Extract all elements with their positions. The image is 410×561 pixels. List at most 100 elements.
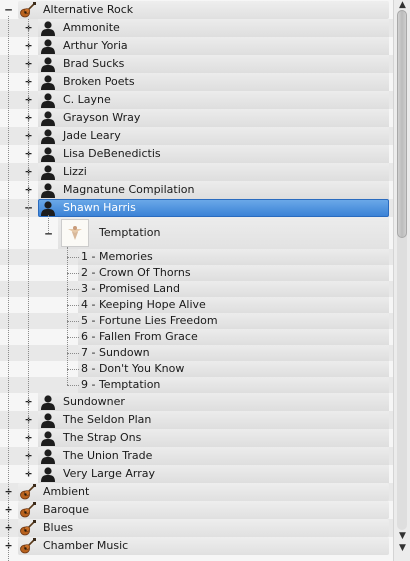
track-row-label: 4 - Keeping Hope Alive (81, 298, 206, 311)
artist-row[interactable]: + The Union Trade (0, 447, 393, 465)
genre-row[interactable]: – Alternative Rock (0, 1, 393, 19)
tree-guide-line (67, 273, 79, 274)
genre-row[interactable]: + Chamber Music (0, 537, 393, 555)
artist-row[interactable]: + Ammonite (0, 19, 393, 37)
tree-guide-line (67, 247, 68, 385)
artist-row-label: Ammonite (63, 21, 120, 34)
guitar-icon (20, 502, 36, 518)
artist-silhouette-icon (40, 448, 56, 464)
row-background (38, 163, 389, 181)
artist-row[interactable]: + Lizzi (0, 163, 393, 181)
artist-row[interactable]: + Sundowner (0, 393, 393, 411)
artist-silhouette-icon (40, 412, 56, 428)
artist-row-label: Shawn Harris (63, 201, 136, 214)
artist-silhouette-icon (40, 466, 56, 482)
scroll-thumb[interactable] (397, 10, 407, 238)
scroll-down-arrow-icon[interactable]: ▼ (397, 543, 408, 553)
artist-row-label: Lizzi (63, 165, 87, 178)
track-row[interactable]: 3 - Promised Land (0, 281, 393, 297)
genre-row[interactable]: + Blues (0, 519, 393, 537)
track-row-label: 3 - Promised Land (81, 282, 180, 295)
artist-row[interactable]: + Broken Poets (0, 73, 393, 91)
album-cover-icon (61, 219, 89, 247)
artist-row-label: The Strap Ons (63, 431, 142, 444)
genre-row-label: Ambient (43, 485, 90, 498)
track-row[interactable]: 2 - Crown Of Thorns (0, 265, 393, 281)
artist-row-label: Arthur Yoria (63, 39, 128, 52)
artist-silhouette-icon (40, 56, 56, 72)
guitar-icon (20, 538, 36, 554)
tree-guide-line (8, 16, 9, 561)
collection-tree[interactable]: – Alternative Rock + Ammonite + Arthur Yoria +… (0, 0, 393, 561)
vertical-scrollbar[interactable]: ▲ ▼ ▼ (393, 0, 410, 561)
genre-row-label: Alternative Rock (43, 3, 134, 16)
tree-guide-line (67, 337, 79, 338)
track-row-label: 5 - Fortune Lies Freedom (81, 314, 218, 327)
artist-row[interactable]: + Magnatune Compilation (0, 181, 393, 199)
tree-guide-line (67, 369, 79, 370)
artist-row-label: Magnatune Compilation (63, 183, 195, 196)
artist-row[interactable]: + The Seldon Plan (0, 411, 393, 429)
artist-row[interactable]: + Very Large Array (0, 465, 393, 483)
track-row-label: 8 - Don't You Know (81, 362, 185, 375)
artist-row-label: C. Layne (63, 93, 111, 106)
genre-row-label: Chamber Music (43, 539, 129, 552)
artist-row-label: Lisa DeBenedictis (63, 147, 161, 160)
album-row-label: Temptation (99, 226, 161, 239)
artist-row-label: The Seldon Plan (63, 413, 152, 426)
artist-silhouette-icon (40, 164, 56, 180)
track-row-label: 6 - Fallen From Grace (81, 330, 198, 343)
track-row[interactable]: 9 - Temptation (0, 377, 393, 393)
artist-silhouette-icon (40, 128, 56, 144)
artist-silhouette-icon (40, 110, 56, 126)
tree-guide-line (67, 385, 79, 386)
artist-row[interactable]: + The Strap Ons (0, 429, 393, 447)
tree-guide-line (48, 215, 49, 233)
track-row[interactable]: 5 - Fortune Lies Freedom (0, 313, 393, 329)
track-row[interactable]: 4 - Keeping Hope Alive (0, 297, 393, 313)
guitar-icon (20, 2, 36, 18)
expander-toggle-icon[interactable]: – (3, 4, 14, 15)
tree-guide-line (28, 19, 29, 474)
guitar-icon (20, 520, 36, 536)
artist-silhouette-icon (40, 394, 56, 410)
guitar-icon (20, 484, 36, 500)
genre-row[interactable]: + Baroque (0, 501, 393, 519)
artist-row-label: Jade Leary (63, 129, 121, 142)
artist-row[interactable]: + Brad Sucks (0, 55, 393, 73)
artist-row[interactable]: + Grayson Wray (0, 109, 393, 127)
track-row[interactable]: 6 - Fallen From Grace (0, 329, 393, 345)
tree-guide-line (67, 321, 79, 322)
track-row[interactable]: 7 - Sundown (0, 345, 393, 361)
row-background (18, 519, 389, 537)
track-row-label: 1 - Memories (81, 250, 153, 263)
track-row-label: 2 - Crown Of Thorns (81, 266, 191, 279)
artist-silhouette-icon (40, 20, 56, 36)
artist-silhouette-icon (40, 92, 56, 108)
track-row[interactable]: 8 - Don't You Know (0, 361, 393, 377)
tree-guide-line (67, 305, 79, 306)
artist-silhouette-icon (40, 182, 56, 198)
track-row-label: 7 - Sundown (81, 346, 150, 359)
artist-row-label: The Union Trade (63, 449, 153, 462)
artist-row[interactable]: + C. Layne (0, 91, 393, 109)
genre-row-label: Blues (43, 521, 74, 534)
artist-silhouette-icon (40, 74, 56, 90)
genre-row[interactable]: + Ambient (0, 483, 393, 501)
scroll-up-arrow-icon[interactable]: ▲ (397, 0, 408, 10)
artist-row-label: Sundowner (63, 395, 125, 408)
artist-silhouette-icon (40, 430, 56, 446)
scroll-down-arrow-icon[interactable]: ▼ (397, 531, 408, 541)
artist-row-label: Broken Poets (63, 75, 135, 88)
track-row-label: 9 - Temptation (81, 378, 161, 391)
artist-row[interactable]: + Arthur Yoria (0, 37, 393, 55)
artist-row[interactable]: – Shawn Harris (0, 199, 393, 217)
tree-guide-line (67, 257, 79, 258)
artist-row[interactable]: + Jade Leary (0, 127, 393, 145)
tree-guide-line (67, 353, 79, 354)
album-row[interactable]: – Temptation (0, 217, 393, 249)
track-row[interactable]: 1 - Memories (0, 249, 393, 265)
artist-row[interactable]: + Lisa DeBenedictis (0, 145, 393, 163)
artist-silhouette-icon (40, 200, 56, 216)
tree-guide-line (67, 289, 79, 290)
